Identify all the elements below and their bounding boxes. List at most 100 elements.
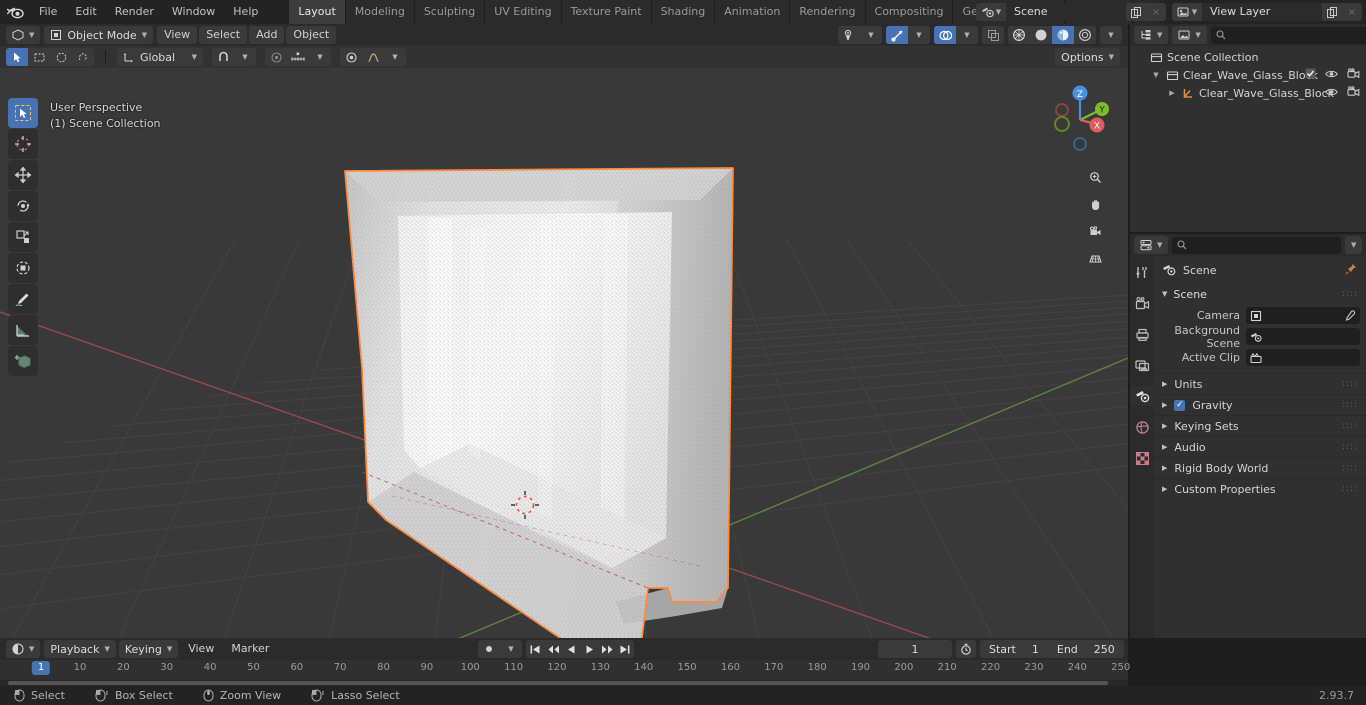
eyedropper-icon[interactable] <box>1344 309 1356 322</box>
hide-in-viewport-icon[interactable] <box>1325 69 1338 82</box>
transport-controls[interactable] <box>526 640 634 658</box>
scene-icon[interactable]: ▼ <box>976 3 1006 21</box>
snap-dropdown-icon[interactable]: ▼ <box>234 48 256 66</box>
falloff-dropdown-icon[interactable]: ▼ <box>384 48 406 66</box>
outliner-row[interactable]: ▼ Clear_Wave_Glass_Block <box>1130 66 1366 84</box>
blender-logo-icon[interactable] <box>0 0 30 24</box>
ortho-grid-icon[interactable] <box>1084 247 1106 269</box>
auto-keying-group[interactable]: ▼ <box>478 640 522 658</box>
disable-in-render-icon[interactable] <box>1347 68 1360 82</box>
workspace-tab-shading[interactable]: Shading <box>651 0 716 24</box>
outliner-row[interactable]: Scene Collection <box>1130 48 1366 66</box>
section-units[interactable]: ▶ Units:::: <box>1154 373 1366 394</box>
select-mode-group[interactable] <box>6 48 94 66</box>
measure-tool[interactable] <box>8 315 38 345</box>
show-overlays-icon[interactable] <box>934 26 956 44</box>
menu-render[interactable]: Render <box>106 3 163 21</box>
xray-toggle[interactable] <box>982 26 1004 44</box>
scene-name[interactable]: Scene <box>1006 3 1126 21</box>
viewport-menu-add[interactable]: Add <box>249 26 285 44</box>
material-preview-shading-icon[interactable] <box>1052 26 1074 44</box>
falloff-toggle-icon[interactable] <box>340 48 362 66</box>
solid-shading-icon[interactable] <box>1030 26 1052 44</box>
tweak-select-tool[interactable] <box>8 98 38 128</box>
timeline-scrollbar-handle[interactable] <box>8 681 1108 685</box>
menu-help[interactable]: Help <box>224 3 267 21</box>
current-frame-field[interactable]: 1 <box>878 640 952 658</box>
timeline-playhead[interactable]: 1 <box>31 661 51 675</box>
outliner-editor-type[interactable]: ▼ <box>1134 26 1169 44</box>
chevron-right-icon[interactable]: ▶ <box>1166 89 1178 97</box>
viewport-menu-view[interactable]: View <box>157 26 198 44</box>
zoom-icon[interactable] <box>1084 166 1106 188</box>
unlink-scene-button[interactable]: × <box>1146 3 1166 21</box>
auto-keying-dropdown-icon[interactable]: ▼ <box>500 640 522 658</box>
editor-type-selector[interactable]: ▼ <box>6 26 41 44</box>
use-preview-range-icon[interactable] <box>956 640 976 658</box>
properties-search-input[interactable] <box>1191 238 1337 252</box>
remove-view-layer-button[interactable]: × <box>1342 3 1362 21</box>
view-layer-tab[interactable] <box>1130 355 1154 375</box>
chevron-down-icon[interactable]: ▼ <box>1150 71 1162 79</box>
workspace-tab-texture-paint[interactable]: Texture Paint <box>561 0 652 24</box>
mode-selector[interactable]: Object Mode ▼ <box>44 26 154 44</box>
snap-magnet-icon[interactable] <box>212 48 234 66</box>
properties-search[interactable] <box>1172 236 1342 254</box>
world-tab[interactable] <box>1130 417 1154 437</box>
workspace-tab-compositing[interactable]: Compositing <box>865 0 954 24</box>
timeline-editor-type[interactable]: ▼ <box>6 640 41 658</box>
shading-dropdown-icon[interactable]: ▼ <box>1100 26 1122 44</box>
overlay-dropdown-icon[interactable]: ▼ <box>956 26 978 44</box>
workspace-tab-animation[interactable]: Animation <box>715 0 791 24</box>
play-button[interactable] <box>580 640 598 658</box>
menu-file[interactable]: File <box>30 3 66 21</box>
scene-panel-header[interactable]: ▼ Scene :::: <box>1154 284 1366 304</box>
auto-keying-icon[interactable] <box>478 640 500 658</box>
toggle-xray-icon[interactable] <box>982 26 1004 44</box>
camera-icon[interactable] <box>1084 220 1106 242</box>
field-value[interactable] <box>1246 328 1360 345</box>
properties-editor-type[interactable]: ▼ <box>1134 236 1169 254</box>
proportional-size-icon[interactable] <box>287 48 309 66</box>
object-visibility-icon[interactable] <box>838 26 860 44</box>
overlay-selector[interactable]: ▼ <box>934 26 978 44</box>
tweak-mode-icon[interactable] <box>6 48 28 66</box>
view-layer-icon[interactable]: ▼ <box>1172 3 1202 21</box>
section-audio[interactable]: ▶ Audio:::: <box>1154 436 1366 457</box>
field-value[interactable] <box>1246 307 1360 324</box>
new-view-layer-button[interactable] <box>1322 3 1342 21</box>
tool-tab[interactable] <box>1130 262 1154 282</box>
rendered-shading-icon[interactable] <box>1074 26 1096 44</box>
start-frame-cell[interactable]: Start 1 <box>980 640 1048 658</box>
jump-to-start-button[interactable] <box>526 640 544 658</box>
render-tab[interactable] <box>1130 293 1154 313</box>
pin-icon[interactable] <box>1345 263 1357 278</box>
options-menu[interactable]: Options ▼ <box>1055 48 1120 66</box>
workspace-tab-sculpting[interactable]: Sculpting <box>414 0 486 24</box>
section-keying-sets[interactable]: ▶ Keying Sets:::: <box>1154 415 1366 436</box>
snap-controls[interactable]: ▼ <box>212 48 256 66</box>
section-custom-properties[interactable]: ▶ Custom Properties:::: <box>1154 478 1366 499</box>
section-rigid-body-world[interactable]: ▶ Rigid Body World:::: <box>1154 457 1366 478</box>
prev-keyframe-button[interactable] <box>544 640 562 658</box>
proportional-edit-icon[interactable] <box>265 48 287 66</box>
viewport-canvas[interactable]: User Perspective (1) Scene Collection Z … <box>0 68 1128 638</box>
timeline-ruler[interactable]: 10 20 30 40 50 60 70 80 90 100 110 120 130 140 150 160 1… <box>0 660 1130 680</box>
annotate-tool[interactable] <box>8 284 38 314</box>
transform-tool[interactable] <box>8 253 38 283</box>
visibility-selector[interactable]: ▼ <box>838 26 882 44</box>
play-reverse-button[interactable] <box>562 640 580 658</box>
outliner-search-input[interactable] <box>1229 28 1366 42</box>
workspace-tab-layout[interactable]: Layout <box>289 0 346 24</box>
output-tab[interactable] <box>1130 324 1154 344</box>
texture-tab[interactable] <box>1130 448 1154 468</box>
pan-hand-icon[interactable] <box>1084 193 1106 215</box>
timeline-menu-playback[interactable]: Playback ▼ <box>44 640 116 658</box>
jump-to-end-button[interactable] <box>616 640 634 658</box>
menu-window[interactable]: Window <box>163 3 224 21</box>
show-gizmo-icon[interactable] <box>886 26 908 44</box>
add-cube-tool[interactable] <box>8 346 38 376</box>
visibility-dropdown-icon[interactable]: ▼ <box>860 26 882 44</box>
shading-dropdown[interactable]: ▼ <box>1100 26 1122 44</box>
lasso-select-icon[interactable] <box>72 48 94 66</box>
